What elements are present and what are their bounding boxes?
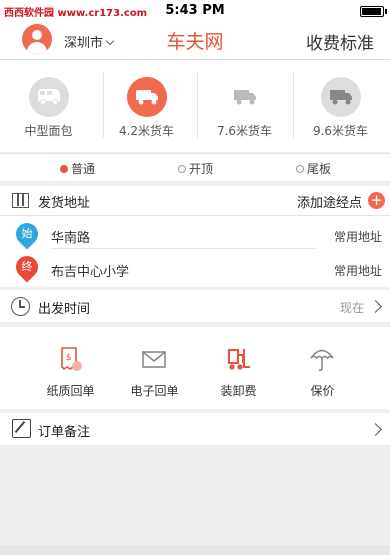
vehicle-option-7-6m[interactable]: 7.6米货车 (196, 60, 293, 152)
service-insurance[interactable]: 保价 (280, 327, 365, 409)
end-pin-label: 终 (21, 260, 33, 273)
cargo-options: 普通 开顶 尾板 (0, 153, 390, 181)
city-selector[interactable]: 深圳市 (64, 32, 115, 51)
battery-icon (360, 6, 384, 17)
service-loading-fee[interactable]: 装卸费 (196, 327, 281, 409)
address-section: 发货地址 添加途经点 + 始 华南路 常用地址 终 布吉中心小学 常用地址 (0, 186, 390, 287)
start-pin-label: 始 (21, 227, 33, 240)
service-label: 装卸费 (220, 384, 257, 398)
chevron-down-icon (105, 36, 115, 46)
truck-icon (321, 77, 361, 117)
service-label: 纸质回单 (46, 384, 95, 398)
battery-tip (385, 9, 387, 14)
option-normal[interactable]: 普通 (60, 160, 95, 177)
radio-checked-icon (60, 165, 68, 173)
map-icon (12, 193, 29, 208)
svg-text:$: $ (66, 353, 72, 363)
chevron-right-icon (369, 423, 382, 436)
vehicle-label: 7.6米货车 (216, 124, 273, 138)
end-pin-icon: 终 (11, 251, 43, 283)
vehicle-option-van[interactable]: 中型面包 (0, 60, 97, 152)
divider (51, 248, 315, 249)
service-paper-receipt[interactable]: $ 纸质回单 (28, 327, 113, 409)
status-time: 5:43 PM (165, 3, 225, 18)
plus-icon[interactable]: + (368, 192, 385, 209)
radio-icon (296, 165, 304, 173)
end-common-address-button[interactable]: 常用地址 (334, 262, 382, 279)
option-label: 尾板 (307, 162, 332, 176)
nav-bar: 深圳市 车夫网 收费标准 (0, 22, 390, 60)
forklift-icon (228, 349, 250, 370)
divider (0, 215, 390, 216)
order-notes-row[interactable]: 订单备注 (0, 413, 390, 445)
radio-icon (178, 165, 186, 173)
vehicle-label: 9.6米货车 (312, 124, 369, 138)
avatar-head (32, 30, 42, 40)
option-label: 开顶 (189, 162, 214, 176)
clock-icon (11, 297, 30, 316)
umbrella-icon (310, 349, 334, 372)
van-icon (29, 77, 69, 117)
service-label: 保价 (310, 384, 335, 398)
add-stop-button[interactable]: 添加途经点 (297, 192, 362, 211)
start-common-address-button[interactable]: 常用地址 (334, 228, 382, 245)
vehicle-label: 4.2米货车 (118, 124, 175, 138)
vehicle-option-9-6m[interactable]: 9.6米货车 (292, 60, 389, 152)
option-tailboard[interactable]: 尾板 (296, 160, 331, 177)
vehicle-label: 中型面包 (24, 124, 73, 138)
truck-icon (225, 77, 265, 117)
bottom-area (0, 545, 390, 555)
paper-receipt-icon: $ (61, 347, 82, 371)
avatar[interactable] (22, 24, 52, 54)
avatar-body (27, 42, 47, 54)
departure-title: 出发时间 (38, 302, 91, 317)
email-receipt-icon (142, 351, 166, 368)
services-section: $ 纸质回单 电子回单 装卸费 保价 (0, 327, 390, 409)
status-bar: 西西软件园 www.cr173.com 5:43 PM (0, 0, 390, 22)
departure-value: 现在 (339, 301, 364, 315)
start-address[interactable]: 华南路 (51, 227, 90, 246)
end-address[interactable]: 布吉中心小学 (51, 261, 129, 280)
service-email-receipt[interactable]: 电子回单 (112, 327, 197, 409)
departure-time-row[interactable]: 出发时间 现在 (0, 290, 390, 322)
start-pin-icon: 始 (11, 218, 43, 250)
option-label: 普通 (71, 162, 96, 176)
city-label: 深圳市 (64, 36, 104, 51)
address-title: 发货地址 (38, 196, 91, 211)
vehicle-selector: 中型面包 4.2米货车 7.6米货车 9.6米货车 (0, 60, 390, 152)
truck-icon (127, 77, 167, 117)
notes-title: 订单备注 (38, 425, 91, 440)
option-open-top[interactable]: 开顶 (178, 160, 213, 177)
edit-icon (12, 419, 31, 438)
vehicle-option-4-2m[interactable]: 4.2米货车 (98, 60, 195, 152)
address-header: 发货地址 添加途经点 + (0, 186, 390, 215)
service-label: 电子回单 (130, 384, 179, 398)
pricing-link[interactable]: 收费标准 (306, 29, 374, 54)
chevron-right-icon (369, 300, 382, 313)
